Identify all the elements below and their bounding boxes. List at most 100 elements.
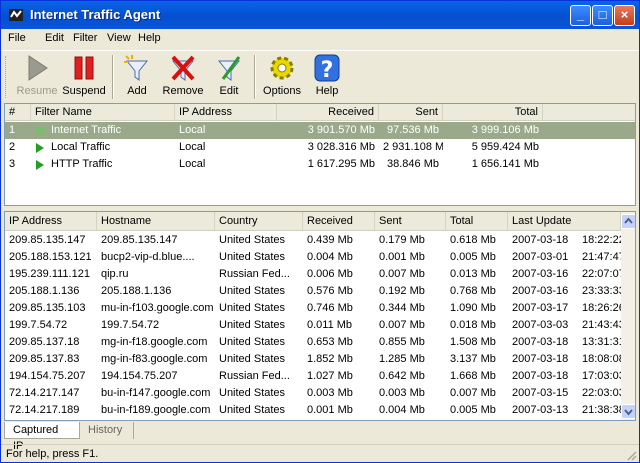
filter-received: 3 028.316 Mb (307, 141, 375, 153)
close-button[interactable]: × (614, 5, 635, 26)
ip-row[interactable]: 195.239.111.121 qip.ru Russian Fed... 0.006… (5, 266, 621, 283)
menu-filter[interactable]: Filter (73, 32, 97, 44)
country: United States (219, 285, 286, 297)
received: 0.006 Mb (307, 268, 353, 280)
total: 1.668 Mb (450, 370, 496, 382)
resize-grip-icon[interactable] (625, 449, 637, 461)
update-time: 22:07:07 (582, 268, 621, 280)
filter-sent: 38.846 Mb (387, 158, 439, 170)
country: United States (219, 302, 286, 314)
chevron-down-icon (624, 409, 633, 416)
add-button[interactable]: Add (119, 53, 155, 101)
update-time: 18:26:26 (582, 302, 621, 314)
hostname: bu-in-f147.google.com (101, 387, 211, 399)
ip-address: 205.188.1.136 (9, 285, 80, 297)
minimize-button[interactable]: _ (570, 5, 591, 26)
col-received[interactable]: Received (277, 104, 379, 121)
total: 0.005 Mb (450, 404, 496, 416)
ip-address: 209.85.137.83 (9, 353, 80, 365)
ip-address: 209.85.135.103 (9, 302, 86, 314)
filter-row[interactable]: 3 HTTP Traffic Local 1 617.295 Mb 38.846… (5, 156, 635, 173)
menu-help[interactable]: Help (138, 32, 161, 44)
menu-view[interactable]: View (107, 32, 131, 44)
scroll-up-button[interactable] (621, 214, 635, 229)
ip-row[interactable]: 72.14.217.147 bu-in-f147.google.com United… (5, 385, 621, 402)
status-text: For help, press F1. (6, 448, 99, 460)
total: 1.508 Mb (450, 336, 496, 348)
col-hostname[interactable]: Hostname (97, 212, 215, 231)
total: 3.137 Mb (450, 353, 496, 365)
country: Russian Fed... (219, 268, 290, 280)
play-icon (36, 160, 44, 170)
toolbar-grip[interactable] (5, 56, 9, 98)
sent: 0.192 Mb (379, 285, 425, 297)
sent: 0.855 Mb (379, 336, 425, 348)
vertical-scrollbar[interactable] (621, 212, 635, 420)
col-ip-address[interactable]: IP Address (5, 212, 97, 231)
main-window: Internet Traffic Agent _ □ × File Edit F… (0, 0, 640, 463)
col-last-update[interactable]: Last Update (508, 212, 621, 231)
ip-row[interactable]: 199.7.54.72 199.7.54.72 United States 0.011… (5, 317, 621, 334)
ip-row[interactable]: 194.154.75.207 194.154.75.207 Russian Fed.… (5, 368, 621, 385)
scroll-down-button[interactable] (621, 404, 635, 419)
col-ip-address[interactable]: IP Address (175, 104, 277, 121)
edit-label: Edit (219, 85, 239, 97)
ip-row[interactable]: 72.14.217.189 bu-in-f189.google.com United… (5, 402, 621, 419)
ip-row[interactable]: 209.85.135.103 mu-in-f103.google.com Unite… (5, 300, 621, 317)
col-country[interactable]: Country (215, 212, 303, 231)
col-total[interactable]: Total (443, 104, 543, 121)
col-received[interactable]: Received (303, 212, 375, 231)
update-date: 2007-03-18 (512, 336, 569, 348)
col-filter-name[interactable]: Filter Name (31, 104, 175, 121)
remove-label: Remove (162, 85, 204, 97)
remove-filter-icon (171, 55, 195, 81)
filter-total: 1 656.141 Mb (471, 158, 539, 170)
tab-history[interactable]: History (80, 422, 134, 439)
menu-file[interactable]: File (8, 32, 26, 44)
menu-edit[interactable]: Edit (45, 32, 64, 44)
update-time: 21:38:38 (582, 404, 621, 416)
chevron-up-icon (624, 217, 633, 224)
sent: 0.179 Mb (379, 234, 425, 246)
tab-captured-ip[interactable]: Captured IP (4, 422, 80, 452)
col-sent[interactable]: Sent (375, 212, 446, 231)
remove-button[interactable]: Remove (161, 53, 205, 101)
activity-icon (35, 126, 45, 136)
ip-row[interactable]: 209.85.137.18 mg-in-f18.google.com United … (5, 334, 621, 351)
hostname: bu-in-f189.google.com (101, 404, 211, 416)
filter-row[interactable]: 2 Local Traffic Local 3 028.316 Mb 2 931… (5, 139, 635, 156)
toolbar: Resume Suspend Add Remove Edit Options ?… (1, 50, 639, 104)
edit-button[interactable]: Edit (211, 53, 247, 101)
received: 1.027 Mb (307, 370, 353, 382)
hostname: 205.188.1.136 (101, 285, 172, 297)
filter-name: HTTP Traffic (51, 158, 113, 170)
col-total[interactable]: Total (446, 212, 508, 231)
received: 0.576 Mb (307, 285, 353, 297)
help-button[interactable]: ? Help (309, 53, 345, 101)
options-button[interactable]: Options (261, 53, 303, 101)
hostname: 209.85.135.147 (101, 234, 178, 246)
ip-address: 199.7.54.72 (9, 319, 68, 331)
title-bar[interactable]: Internet Traffic Agent _ □ × (1, 1, 639, 29)
ip-address: 72.14.217.189 (9, 404, 80, 416)
resume-button[interactable]: Resume (14, 53, 60, 101)
update-time: 22:03:03 (582, 387, 621, 399)
sent: 0.001 Mb (379, 251, 425, 263)
maximize-button[interactable]: □ (592, 5, 613, 26)
update-date: 2007-03-01 (512, 251, 569, 263)
ip-row[interactable]: 209.85.135.147 209.85.135.147 United State… (5, 232, 621, 249)
col-number[interactable]: # (5, 104, 31, 121)
total: 0.768 Mb (450, 285, 496, 297)
ip-row[interactable]: 205.188.153.121 bucp2-vip-d.blue.... Unite… (5, 249, 621, 266)
filter-row[interactable]: 1 Internet Traffic Local 3 901.570 Mb 97… (5, 122, 635, 139)
filter-number: 1 (9, 124, 16, 136)
hostname: mu-in-f103.google.com (101, 302, 214, 314)
col-sent[interactable]: Sent (379, 104, 443, 121)
ip-row[interactable]: 205.188.1.136 205.188.1.136 United States 0… (5, 283, 621, 300)
filter-ip: Local (179, 124, 206, 136)
suspend-button[interactable]: Suspend (61, 53, 107, 101)
ip-address: 205.188.153.121 (9, 251, 92, 263)
hostname: bucp2-vip-d.blue.... (101, 251, 195, 263)
ip-row[interactable]: 209.85.137.83 mg-in-f83.google.com United … (5, 351, 621, 368)
ip-address: 195.239.111.121 (9, 268, 90, 280)
